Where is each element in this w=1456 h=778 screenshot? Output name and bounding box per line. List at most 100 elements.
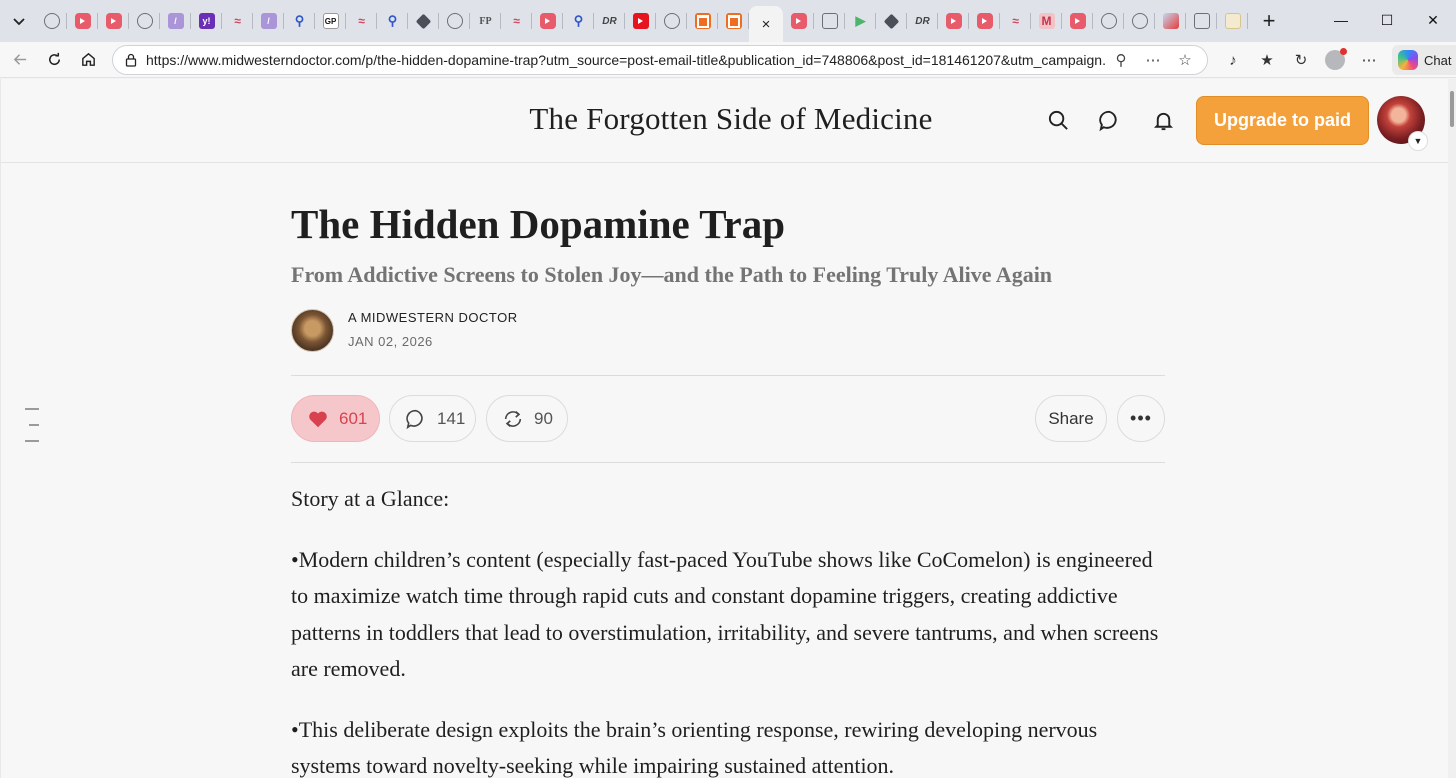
favorite-button[interactable]: ☆ [1171,48,1199,72]
comments-button[interactable]: 141 [389,395,476,442]
maximize-button[interactable]: ☐ [1364,0,1410,40]
browser-tab[interactable]: DR [907,0,938,42]
upgrade-button[interactable]: Upgrade to paid [1196,96,1369,145]
pic-favicon-icon [1162,13,1179,29]
browser-tab[interactable]: GP [315,0,346,42]
profile-button[interactable] [1318,45,1352,75]
table-of-contents-toggle[interactable] [25,408,41,456]
chat-button[interactable] [1096,107,1122,133]
new-tab-button[interactable]: + [1254,6,1284,36]
browser-tab[interactable] [1217,0,1248,42]
globe-favicon-icon [446,13,463,29]
author-name[interactable]: A MIDWESTERN DOCTOR [348,310,518,325]
browser-tab[interactable] [718,0,749,42]
favorites-button[interactable]: ★ [1250,45,1284,75]
caret-down-icon[interactable]: ▼ [1408,131,1428,151]
back-button[interactable] [3,45,37,75]
browser-tab[interactable] [1093,0,1124,42]
browser-tab[interactable] [1186,0,1217,42]
post-subtitle: From Addictive Screens to Stolen Joy—and… [291,262,1053,287]
browser-tab[interactable] [876,0,907,42]
browser-tab[interactable] [439,0,470,42]
browser-tab[interactable] [408,0,439,42]
yt-favicon-icon [790,13,807,29]
browser-tab[interactable] [625,0,656,42]
notifications-button[interactable] [1150,107,1176,133]
browser-tab[interactable] [1155,0,1186,42]
copilot-icon [1398,50,1418,70]
url-text[interactable]: https://www.midwesterndoctor.com/p/the-h… [146,52,1106,68]
byline: A MIDWESTERN DOCTOR JAN 02, 2026 [291,309,1165,355]
star-icon: ☆ [1178,52,1192,69]
page-actions-button[interactable]: ⋯ [1139,48,1167,72]
lock-icon[interactable] [124,53,138,67]
address-bar[interactable]: https://www.midwesterndoctor.com/p/the-h… [112,45,1208,75]
tab-strip: / y! ≈ / ⚲ GP ≈ ⚲ FP ≈ ⚲ DR × ▶ DR ≈ M + — ☐ ✕ [0,0,1456,42]
copilot-chat-button[interactable]: Chat [1392,45,1456,75]
close-tab-icon[interactable]: × [762,16,771,33]
zoom-icon: ⚲ [1115,52,1127,69]
browser-tab[interactable] [36,0,67,42]
browser-tab[interactable]: ⚲ [377,0,408,42]
ellipsis-circle-icon: ⋯ [1145,52,1161,69]
browser-tab[interactable]: ▶ [845,0,876,42]
more-options-button[interactable]: ••• [1117,395,1165,442]
body-paragraph: •Modern children’s content (especially f… [291,546,1159,682]
share-button[interactable]: Share [1035,395,1107,442]
browser-tab[interactable] [129,0,160,42]
browser-tab[interactable] [67,0,98,42]
browser-tab[interactable]: ≈ [1000,0,1031,42]
maximize-icon: ☐ [1380,11,1394,28]
browser-tab[interactable]: FP [470,0,501,42]
browser-tab[interactable] [783,0,814,42]
history-button[interactable]: ↻ [1284,45,1318,75]
sub-favicon-icon [694,13,711,29]
zoom-button[interactable]: ⚲ [1107,48,1135,72]
article: The Hidden Dopamine Trap From Addictive … [291,199,1165,778]
like-button[interactable]: 601 [291,395,380,442]
refresh-button[interactable] [37,45,71,75]
scrollbar-thumb[interactable] [1450,91,1454,127]
browser-tab[interactable] [1124,0,1155,42]
chevron-down-icon [13,18,25,26]
browser-tab[interactable] [1062,0,1093,42]
browser-tab[interactable]: ≈ [501,0,532,42]
more-icon: ⋯ [1361,52,1377,69]
tab-actions-menu-button[interactable] [4,6,34,36]
read-aloud-button[interactable]: ♪ [1216,45,1250,75]
minimize-button[interactable]: — [1318,0,1364,40]
browser-tab[interactable]: / [160,0,191,42]
browser-tab[interactable] [969,0,1000,42]
search-favicon-icon: ⚲ [294,13,305,28]
home-button[interactable] [71,45,105,75]
favorites-icon: ★ [1260,52,1274,69]
active-tab[interactable]: × [749,6,783,42]
browser-tab[interactable]: DR [594,0,625,42]
restack-button[interactable]: 90 [486,395,568,442]
chat-bubble-icon [1098,110,1117,131]
page-scrollbar[interactable] [1448,79,1456,778]
browser-tab[interactable] [532,0,563,42]
browser-tab[interactable]: y! [191,0,222,42]
browser-tab[interactable]: ⚲ [563,0,594,42]
close-window-button[interactable]: ✕ [1410,0,1456,40]
slash-favicon-icon: / [260,13,277,29]
search-button[interactable] [1045,107,1071,133]
home-icon [81,52,95,66]
search-icon [1048,110,1068,130]
browser-tab[interactable] [938,0,969,42]
browser-tab[interactable] [814,0,845,42]
globe-favicon-icon [1100,13,1117,29]
dr-favicon-icon: DR [602,15,617,27]
author-avatar[interactable] [291,309,334,352]
browser-tab[interactable] [98,0,129,42]
browser-tab[interactable]: ⚲ [284,0,315,42]
browser-tab[interactable] [656,0,687,42]
yt-favicon-icon [1069,13,1086,29]
browser-tab[interactable] [687,0,718,42]
browser-tab[interactable]: / [253,0,284,42]
browser-tab[interactable]: ≈ [222,0,253,42]
browser-tab[interactable]: M [1031,0,1062,42]
settings-menu-button[interactable]: ⋯ [1352,45,1386,75]
browser-tab[interactable]: ≈ [346,0,377,42]
